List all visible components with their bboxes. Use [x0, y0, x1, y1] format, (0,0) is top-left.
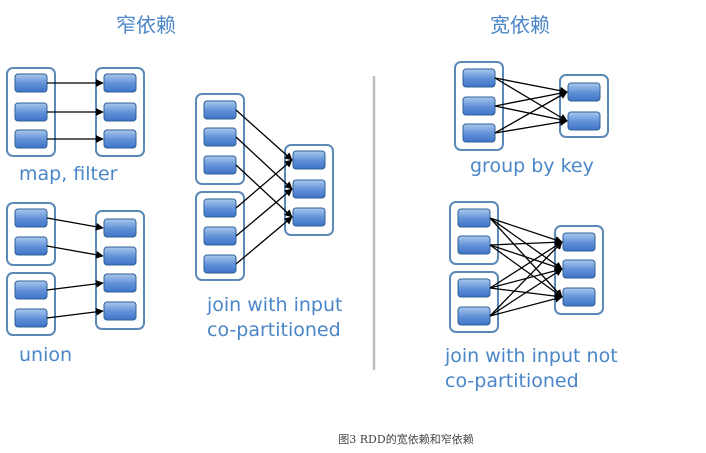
label-join-not-copartitioned-1: join with input not [444, 345, 618, 367]
label-join-not-copartitioned-2: co-partitioned [445, 370, 579, 392]
rdd-partition [462, 96, 496, 116]
rdd-partition [292, 179, 326, 199]
union-parent-rdd-b [6, 272, 56, 336]
label-map-filter: map, filter [19, 163, 118, 185]
rdd-partition [14, 102, 48, 122]
rdd-partition [562, 287, 596, 307]
dependency-arrow [489, 238, 563, 247]
figure-caption: 图3 RDD的宽依赖和窄依赖 [338, 432, 473, 446]
rdd-partition [457, 306, 491, 326]
rdd-partition [103, 301, 137, 321]
rdd-partition [14, 208, 48, 228]
rdd-partition [567, 82, 601, 102]
join-noncopart-parent-rdd-a [449, 201, 499, 265]
rdd-partition [562, 259, 596, 279]
rdd-partition [203, 127, 237, 147]
rdd-partition [203, 155, 237, 175]
join-noncopart-child-rdd [554, 225, 604, 315]
rdd-partition [203, 198, 237, 218]
rdd-partition [292, 207, 326, 227]
rdd-partition [457, 208, 491, 228]
label-group-by-key: group by key [470, 155, 594, 177]
map-filter-child-rdd [95, 67, 145, 157]
rdd-partition [462, 68, 496, 88]
rdd-partition [103, 102, 137, 122]
rdd-partition [562, 232, 596, 252]
rdd-partition [103, 73, 137, 93]
group-by-key-child-rdd [559, 74, 609, 138]
dependency-arrow [489, 268, 563, 317]
rdd-partition [103, 273, 137, 293]
join-copart-parent-rdd-a [195, 93, 245, 185]
rdd-partition [14, 308, 48, 328]
rdd-partition [14, 73, 48, 93]
narrow-dependency-title: 窄依赖 [116, 13, 176, 37]
rdd-partition [14, 236, 48, 256]
rdd-partition [203, 100, 237, 120]
rdd-partition [462, 123, 496, 143]
union-child-rdd [95, 210, 145, 330]
rdd-partition [14, 129, 48, 149]
rdd-partition [103, 218, 137, 238]
rdd-partition [457, 278, 491, 298]
rdd-partition [103, 129, 137, 149]
rdd-partition [103, 246, 137, 266]
rdd-dependency-diagram: 窄依赖 宽依赖 map, filter union join with inpu… [6, 13, 618, 446]
label-join-copartitioned-1: join with input [206, 294, 343, 316]
rdd-partition [14, 280, 48, 300]
dependency-arrow [494, 105, 568, 124]
join-copart-child-rdd [284, 144, 334, 236]
union-parent-rdd-a [6, 202, 56, 266]
join-noncopart-parent-rdd-b [449, 271, 499, 333]
dependency-arrow [494, 89, 568, 107]
rdd-partition [567, 111, 601, 131]
label-union: union [19, 344, 72, 366]
rdd-partition [457, 235, 491, 255]
rdd-partition [203, 254, 237, 274]
wide-dependency-title: 宽依赖 [490, 13, 550, 37]
label-join-copartitioned-2: co-partitioned [207, 319, 341, 341]
rdd-partition [292, 150, 326, 170]
rdd-partition [203, 226, 237, 246]
dependency-arrow [489, 295, 563, 317]
